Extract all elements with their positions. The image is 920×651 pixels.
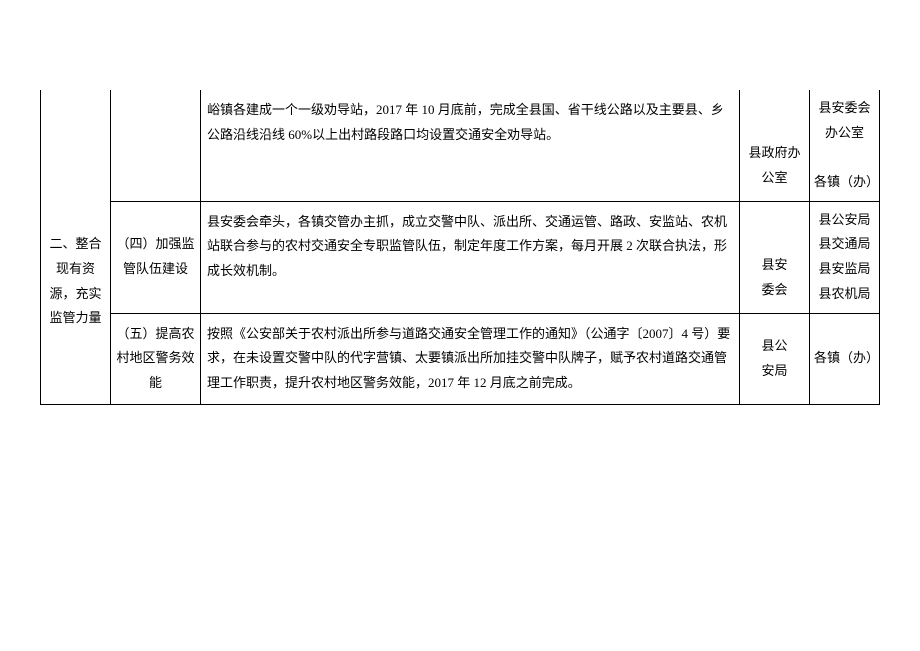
desc-text: 县安委会牵头，各镇交管办主抓，成立交警中队、派出所、交通运管、路政、安监站、农机…	[207, 214, 727, 278]
cell-resp: 县政府办公室	[740, 90, 810, 201]
sub-text: （四）加强监管队伍建设	[116, 236, 194, 276]
policy-table: 二、整合现有资源，充实监管力量 峪镇各建成一个一级劝导站，2017 年 10 月…	[40, 90, 880, 405]
cell-resp: 县公 安局	[740, 313, 810, 404]
cell-coop: 各镇（办）	[810, 313, 880, 404]
cell-sub: （五）提高农村地区警务效能	[111, 313, 201, 404]
desc-text: 按照《公安部关于农村派出所参与道路交通安全管理工作的通知》（公通字〔2007〕4…	[207, 326, 730, 390]
cell-sub	[111, 90, 201, 201]
table-row: （四）加强监管队伍建设 县安委会牵头，各镇交管办主抓，成立交警中队、派出所、交通…	[41, 201, 880, 313]
coop-text: 县公安局县交通局县安监局县农机局	[818, 212, 870, 301]
coop-text: 县安委会办公室 各镇（办）	[814, 100, 879, 189]
cell-category: 二、整合现有资源，充实监管力量	[41, 90, 111, 404]
cell-desc: 峪镇各建成一个一级劝导站，2017 年 10 月底前，完成全县国、省干线公路以及…	[201, 90, 740, 201]
cell-desc: 按照《公安部关于农村派出所参与道路交通安全管理工作的通知》（公通字〔2007〕4…	[201, 313, 740, 404]
resp-text: 县公 安局	[761, 338, 787, 378]
cell-sub: （四）加强监管队伍建设	[111, 201, 201, 313]
resp-text: 县政府办公室	[748, 145, 800, 185]
coop-text: 各镇（办）	[814, 350, 879, 365]
table-row: 二、整合现有资源，充实监管力量 峪镇各建成一个一级劝导站，2017 年 10 月…	[41, 90, 880, 201]
cell-desc: 县安委会牵头，各镇交管办主抓，成立交警中队、派出所、交通运管、路政、安监站、农机…	[201, 201, 740, 313]
cell-resp: 县安 委会	[740, 201, 810, 313]
category-text: 二、整合现有资源，充实监管力量	[45, 162, 106, 331]
resp-text: 县安 委会	[761, 257, 787, 297]
cell-coop: 县公安局县交通局县安监局县农机局	[810, 201, 880, 313]
cell-coop: 县安委会办公室 各镇（办）	[810, 90, 880, 201]
sub-text: （五）提高农村地区警务效能	[116, 326, 194, 390]
table-row: （五）提高农村地区警务效能 按照《公安部关于农村派出所参与道路交通安全管理工作的…	[41, 313, 880, 404]
desc-text: 峪镇各建成一个一级劝导站，2017 年 10 月底前，完成全县国、省干线公路以及…	[207, 102, 724, 142]
